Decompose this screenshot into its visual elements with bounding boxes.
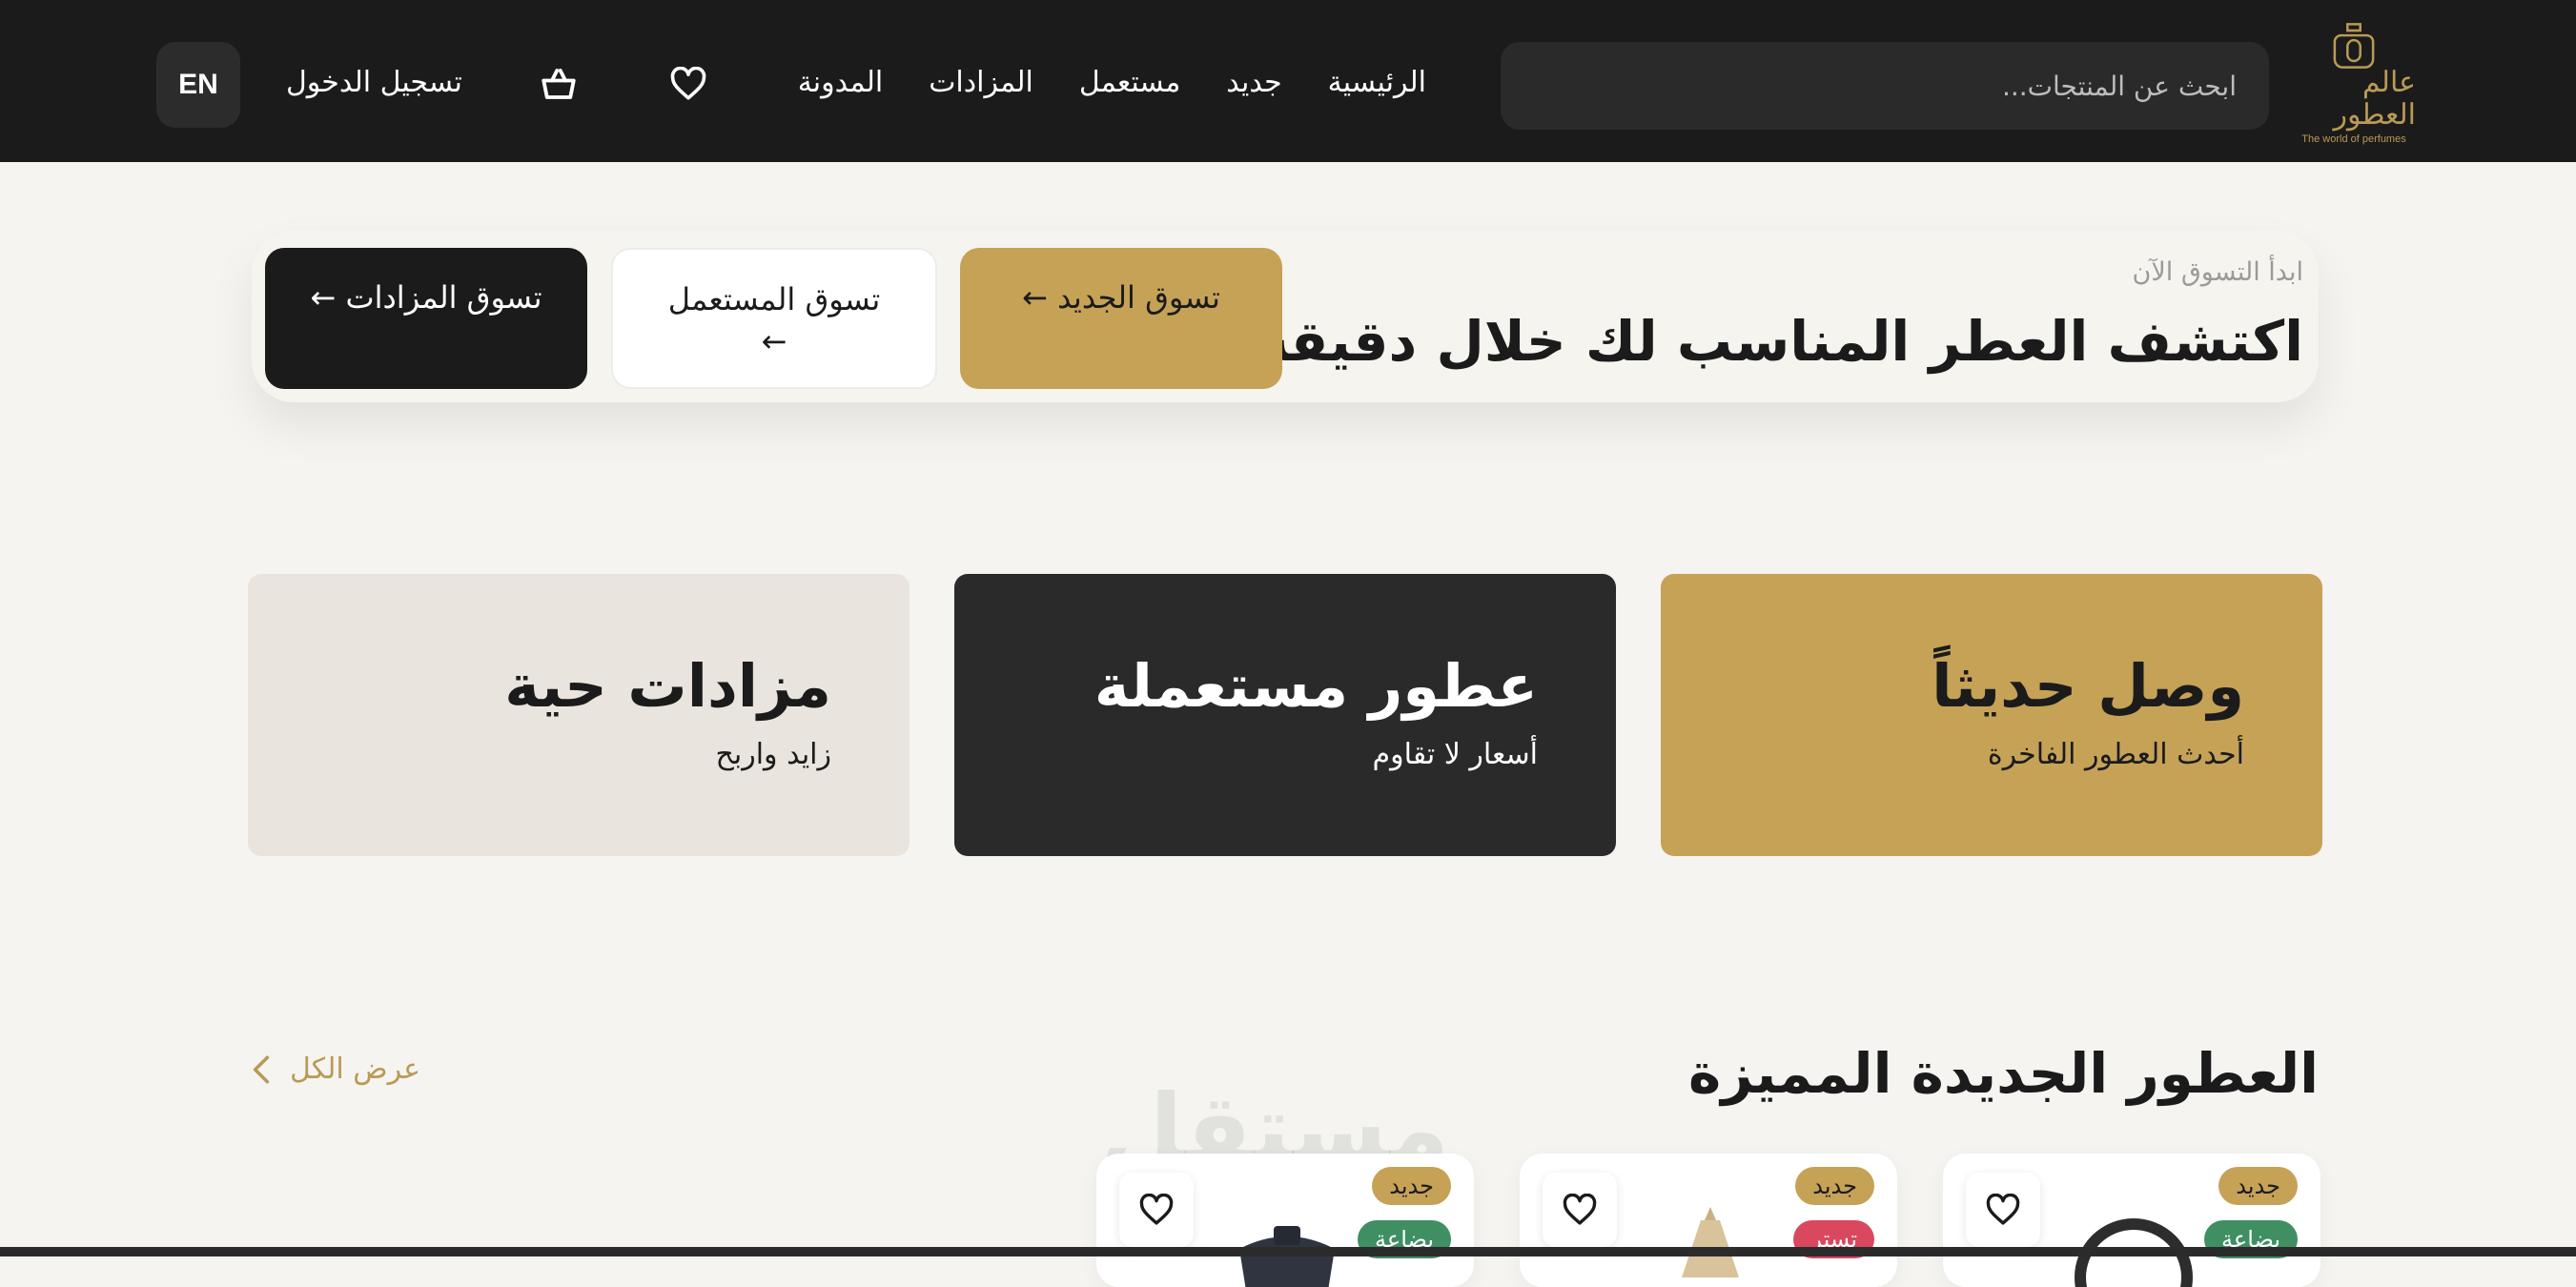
cart-button[interactable] (530, 55, 587, 112)
nav-item-blog[interactable]: المدونة (798, 57, 884, 109)
view-all-link[interactable]: عرض الكل (252, 1052, 420, 1086)
product-card[interactable]: جديد بضاعة (1096, 1154, 1474, 1287)
logo-tagline: The world of perfumes (2301, 133, 2406, 145)
category-card-new-arrivals[interactable]: وصل حديثاً أحدث العطور الفاخرة (1661, 574, 2322, 856)
shop-used-button[interactable]: تسوق المستعمل ← (611, 248, 937, 389)
add-to-wishlist-button[interactable] (1119, 1173, 1194, 1247)
product-image (1239, 1226, 1335, 1287)
heart-icon (1139, 1194, 1174, 1225)
nav-item-auctions[interactable]: المزادات (929, 57, 1033, 109)
category-subtitle: أحدث العطور الفاخرة (1987, 738, 2244, 771)
category-title: مزادات حية (504, 651, 831, 721)
heart-icon (1986, 1194, 2020, 1225)
category-card-live-auctions[interactable]: مزادات حية زايد واربح (248, 574, 910, 856)
login-link[interactable]: تسجيل الدخول (286, 57, 462, 109)
heart-icon (670, 67, 706, 100)
main-nav: الرئيسية جديد مستعمل المزادات المدونة (752, 57, 1426, 109)
featured-section-title: العطور الجديدة المميزة (1688, 1041, 2319, 1106)
new-badge: جديد (2218, 1167, 2298, 1205)
category-title: عطور مستعملة (1094, 651, 1538, 721)
chevron-left-icon (253, 1054, 270, 1084)
perfume-bottle-logo-icon (2333, 23, 2375, 69)
nav-item-home[interactable]: الرئيسية (1328, 57, 1426, 109)
wishlist-button[interactable] (660, 55, 717, 112)
view-all-label: عرض الكل (290, 1052, 421, 1086)
product-image (2075, 1218, 2193, 1287)
language-toggle-button[interactable]: EN (156, 42, 240, 128)
product-image (1682, 1207, 1739, 1277)
nav-item-new[interactable]: جديد (1226, 57, 1281, 109)
product-card[interactable]: جديد بضاعة (1943, 1154, 2320, 1287)
window-bottom-edge (0, 1247, 2576, 1256)
add-to-wishlist-button[interactable] (1966, 1173, 2040, 1247)
new-badge: جديد (1372, 1167, 1451, 1205)
shop-new-button[interactable]: تسوق الجديد ← (960, 248, 1282, 389)
logo-name: عالم العطور (2333, 66, 2416, 132)
banner-eyebrow: ابدأ التسوق الآن (2132, 257, 2303, 287)
product-card[interactable]: جديد تستر (1520, 1154, 1897, 1287)
banner-title: اكتشف العطر المناسب لك خلال دقيقة (1256, 309, 2303, 374)
shop-auctions-label: تسوق المزادات ← (310, 279, 542, 316)
category-subtitle: أسعار لا تقاوم (1372, 738, 1538, 771)
basket-icon (542, 69, 576, 99)
shop-auctions-button[interactable]: تسوق المزادات ← (265, 248, 587, 389)
shop-new-label: تسوق الجديد ← (1022, 279, 1220, 316)
add-to-wishlist-button[interactable] (1543, 1173, 1617, 1247)
heart-icon (1563, 1194, 1597, 1225)
shop-used-label: تسوق المستعمل ← (667, 281, 881, 359)
site-logo[interactable]: عالم العطور The world of perfumes (2292, 21, 2416, 145)
category-title: وصل حديثاً (1932, 651, 2244, 721)
search-input[interactable] (1501, 42, 2269, 130)
site-header: عالم العطور The world of perfumes الرئيس… (0, 0, 2576, 162)
category-card-used-perfumes[interactable]: عطور مستعملة أسعار لا تقاوم (954, 574, 1616, 856)
category-subtitle: زايد واربح (715, 738, 831, 771)
new-badge: جديد (1795, 1167, 1874, 1205)
nav-item-used[interactable]: مستعمل (1079, 57, 1180, 109)
